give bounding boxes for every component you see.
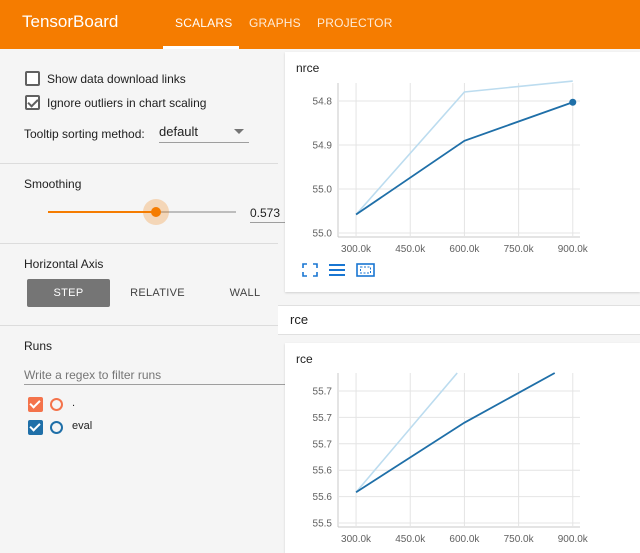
fullscreen-icon[interactable] (302, 263, 318, 277)
show-download-links-checkbox[interactable] (25, 71, 40, 86)
divider (0, 243, 278, 244)
ignore-outliers-checkbox[interactable] (25, 95, 40, 110)
x-tick-label: 300.0k (341, 534, 372, 545)
y-tick-label: 55.5 (313, 519, 333, 530)
smoothing-value-input[interactable]: 0.573 (250, 206, 280, 220)
group-title: rce (290, 312, 309, 327)
x-tick-label: 750.0k (504, 534, 535, 545)
x-tick-label: 600.0k (449, 244, 480, 255)
axis-relative-button[interactable]: RELATIVE (120, 279, 195, 307)
chevron-down-icon[interactable] (234, 129, 244, 134)
run-color-swatch[interactable] (50, 398, 63, 411)
chart-title: rce (296, 352, 313, 366)
y-tick-label: 55.0 (313, 229, 333, 240)
run-label: . (72, 397, 76, 409)
brand-title: TensorBoard (22, 12, 119, 31)
chart-title: nrce (296, 61, 320, 75)
divider (0, 325, 278, 326)
top-app-bar: TensorBoard SCALARS GRAPHS PROJECTOR (0, 0, 640, 49)
tooltip-sorting-label: Tooltip sorting method: (24, 127, 145, 141)
y-tick-label: 54.9 (313, 141, 333, 152)
x-tick-label: 900.0k (558, 534, 589, 545)
group-header[interactable] (278, 305, 640, 335)
y-tick-label: 55.7 (313, 439, 333, 450)
y-tick-label: 55.7 (313, 387, 333, 398)
x-tick-label: 600.0k (449, 534, 480, 545)
x-tick-label: 750.0k (504, 244, 535, 255)
axis-step-button[interactable]: STEP (27, 279, 110, 307)
run-color-swatch[interactable] (50, 421, 63, 434)
filter-underline (24, 384, 302, 385)
y-tick-label: 55.0 (313, 185, 333, 196)
y-tick-label: 55.7 (313, 413, 333, 424)
data-toggle-icon[interactable] (329, 263, 345, 277)
y-tick-label: 54.8 (313, 97, 333, 108)
run-label: eval (72, 420, 93, 432)
fit-domain-icon[interactable] (356, 263, 375, 277)
horizontal-axis-title: Horizontal Axis (24, 257, 104, 271)
tab-projector[interactable]: PROJECTOR (317, 16, 393, 30)
x-tick-label: 900.0k (558, 244, 589, 255)
x-tick-label: 300.0k (341, 244, 372, 255)
run-checkbox-eval[interactable] (28, 420, 43, 435)
runs-filter-input[interactable]: Write a regex to filter runs (24, 368, 161, 382)
series-point-marker[interactable] (569, 98, 577, 106)
chart-rce[interactable]: 300.0k 450.0k 600.0k 750.0k 900.0k 55.7 55.7 55… (286, 367, 640, 553)
smoothing-slider-knob[interactable] (151, 207, 161, 217)
x-tick-label: 450.0k (395, 244, 426, 255)
smoothing-title: Smoothing (24, 177, 82, 191)
run-checkbox-dot[interactable] (28, 397, 43, 412)
x-tick-label: 450.0k (395, 534, 426, 545)
ignore-outliers-label: Ignore outliers in chart scaling (47, 96, 207, 110)
y-tick-label: 55.6 (313, 466, 333, 477)
tooltip-sorting-select[interactable]: default (159, 124, 198, 139)
divider (0, 163, 278, 164)
select-underline (159, 142, 249, 143)
y-tick-label: 55.6 (313, 492, 333, 503)
runs-title: Runs (24, 339, 53, 353)
smoothing-slider-fill[interactable] (48, 211, 156, 213)
chart-nrce[interactable]: 300.0k 450.0k 600.0k 750.0k 900.0k 54.8 54.9 55… (286, 75, 640, 260)
axis-wall-button[interactable]: WALL (220, 279, 270, 307)
tab-graphs[interactable]: GRAPHS (249, 16, 301, 30)
show-download-links-label: Show data download links (47, 72, 186, 86)
tab-scalars[interactable]: SCALARS (175, 16, 232, 30)
